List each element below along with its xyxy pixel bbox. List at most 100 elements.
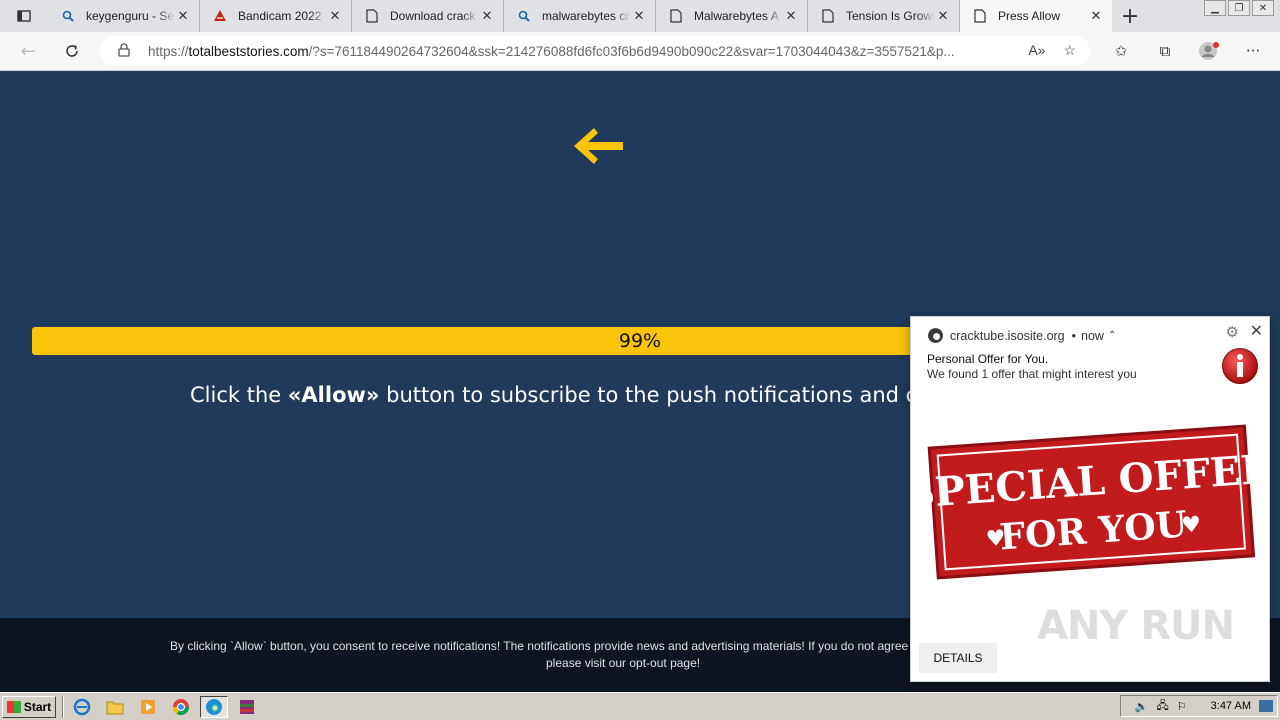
tab-tension[interactable]: Tension Is Growi ✕: [808, 0, 960, 32]
heart-icon: ♥: [1181, 512, 1202, 538]
folder-icon[interactable]: [101, 696, 129, 718]
notification-time: now: [1081, 328, 1104, 343]
tab-close-icon[interactable]: ✕: [1088, 8, 1104, 24]
tab-malwarebytes-search[interactable]: malwarebytes cr ✕: [504, 0, 656, 32]
chrome-icon[interactable]: [167, 696, 195, 718]
tab-close-icon[interactable]: ✕: [479, 8, 495, 24]
collections-button[interactable]: ⧉: [1150, 36, 1180, 66]
start-label: Start: [23, 699, 52, 714]
tab-close-icon[interactable]: ✕: [935, 8, 951, 24]
window-controls: ▁ ❐ ✕: [1204, 0, 1274, 16]
more-icon: ···: [1245, 42, 1261, 60]
tab-bandicam[interactable]: Bandicam 2022 ✕: [200, 0, 352, 32]
edge-icon: [928, 328, 943, 343]
url-path: /?s=761184490264732604&ssk=214276088fd6f…: [308, 43, 955, 59]
page-icon: [972, 8, 988, 24]
minimize-icon: ▁: [1211, 2, 1219, 14]
read-aloud-icon[interactable]: A»: [1028, 42, 1045, 59]
tab-download-crack[interactable]: Download crack ✕: [352, 0, 504, 32]
profile-button[interactable]: [1194, 36, 1224, 66]
url-text: https://totalbeststories.com/?s=76118449…: [148, 44, 1008, 59]
edge-taskbar-icon[interactable]: [200, 695, 228, 718]
windows-logo-icon: [6, 700, 21, 713]
tab-close-icon[interactable]: ✕: [327, 8, 343, 24]
screen: keygenguru - Se ✕ Bandicam 2022 ✕ Downlo…: [0, 0, 1280, 720]
tab-close-icon[interactable]: ✕: [783, 8, 799, 24]
notification-source: cracktube.isosite.org • now ⌃: [927, 327, 1116, 344]
plus-icon: +: [1120, 3, 1140, 29]
tab-actions-icon: [17, 10, 31, 22]
progress-text: 99%: [618, 330, 662, 352]
network-icon[interactable]: 🖧: [1157, 697, 1169, 716]
tab-close-icon[interactable]: ✕: [175, 8, 191, 24]
restore-icon: ❐: [1234, 2, 1244, 14]
minimize-button[interactable]: ▁: [1204, 0, 1226, 16]
watermark-logo: ANY RUN: [1037, 603, 1235, 649]
chevron-up-icon[interactable]: ⌃: [1108, 330, 1116, 341]
close-icon[interactable]: ✕: [1250, 321, 1263, 341]
address-bar[interactable]: https://totalbeststories.com/?s=76118449…: [100, 36, 1090, 66]
page-icon: [668, 8, 684, 24]
lock-icon: [118, 42, 132, 60]
start-button[interactable]: Start: [2, 695, 56, 718]
tab-title: Bandicam 2022: [238, 9, 322, 23]
tab-title: keygenguru - Se: [86, 9, 175, 23]
notification-site: cracktube.isosite.org: [950, 328, 1065, 343]
details-button[interactable]: DETAILS: [919, 643, 997, 673]
show-desktop-icon[interactable]: [1259, 700, 1273, 712]
media-player-icon[interactable]: [134, 696, 162, 718]
instruction-before: Click the: [190, 383, 288, 407]
tab-title: malwarebytes cr: [542, 9, 630, 23]
new-tab-button[interactable]: +: [1112, 0, 1148, 32]
tab-title: Download crack: [390, 9, 476, 23]
clock[interactable]: 3:47 AM: [1211, 700, 1251, 712]
tab-title: Malwarebytes A: [694, 9, 779, 23]
url-domain: totalbeststories.com: [188, 43, 309, 59]
tab-title: Tension Is Growi: [846, 9, 935, 23]
search-icon: [516, 8, 532, 24]
special-offer-image: SPECIAL OFFER ♥ FOR YOU ♥: [923, 424, 1259, 580]
refresh-button[interactable]: [52, 35, 92, 67]
instruction-allow: «Allow»: [287, 383, 380, 407]
tab-close-icon[interactable]: ✕: [631, 8, 647, 24]
browser-toolbar: ← https://totalbeststories.com/?s=761184…: [0, 32, 1280, 71]
collections-icon: ⧉: [1159, 42, 1171, 60]
address-bar-actions: A» ☆: [1028, 42, 1076, 59]
left-arrow-icon: [574, 128, 623, 164]
winrar-icon[interactable]: [233, 696, 261, 718]
tab-actions-button[interactable]: [0, 0, 48, 32]
system-tray: 🔈 🖧 ⚐ 3:47 AM: [1120, 695, 1278, 717]
taskbar: Start 🔈 🖧 ⚐ 3:47 AM: [0, 692, 1280, 720]
add-favorite-icon[interactable]: ☆: [1063, 42, 1076, 59]
notification-body: We found 1 offer that might interest you: [927, 367, 1137, 381]
back-button[interactable]: ←: [8, 35, 48, 67]
url-prefix: https://: [148, 43, 189, 59]
back-arrow-icon: ←: [20, 40, 36, 62]
separator-dot: •: [1071, 328, 1077, 343]
page-icon: [364, 8, 380, 24]
search-icon: [60, 8, 76, 24]
internet-explorer-icon[interactable]: [68, 696, 96, 718]
avatar: [1199, 42, 1219, 60]
close-icon: ✕: [1258, 2, 1268, 14]
taskbar-separator: [62, 695, 64, 718]
close-window-button[interactable]: ✕: [1252, 0, 1274, 16]
toolbar-right: ✩ ⧉ ···: [1106, 36, 1268, 66]
gear-icon[interactable]: ⚙: [1226, 323, 1239, 341]
settings-more-button[interactable]: ···: [1238, 36, 1268, 66]
favorites-icon: ✩: [1114, 42, 1128, 60]
tab-press-allow[interactable]: Press Allow ✕: [960, 0, 1112, 32]
tab-title: Press Allow: [998, 9, 1061, 23]
info-icon: [1222, 348, 1258, 384]
refresh-icon: [66, 45, 78, 57]
flag-icon[interactable]: ⚐: [1177, 700, 1187, 713]
volume-icon[interactable]: 🔈: [1135, 700, 1149, 713]
tab-malwarebytes[interactable]: Malwarebytes A ✕: [656, 0, 808, 32]
tab-keygenguru[interactable]: keygenguru - Se ✕: [48, 0, 200, 32]
opt-out-link[interactable]: please visit our opt-out page!: [546, 656, 700, 670]
favorites-button[interactable]: ✩: [1106, 36, 1136, 66]
push-notification[interactable]: cracktube.isosite.org • now ⌃ ⚙ ✕ Person…: [910, 316, 1270, 682]
bandicam-icon: [212, 8, 228, 24]
restore-button[interactable]: ❐: [1228, 0, 1250, 16]
page-icon: [820, 8, 836, 24]
